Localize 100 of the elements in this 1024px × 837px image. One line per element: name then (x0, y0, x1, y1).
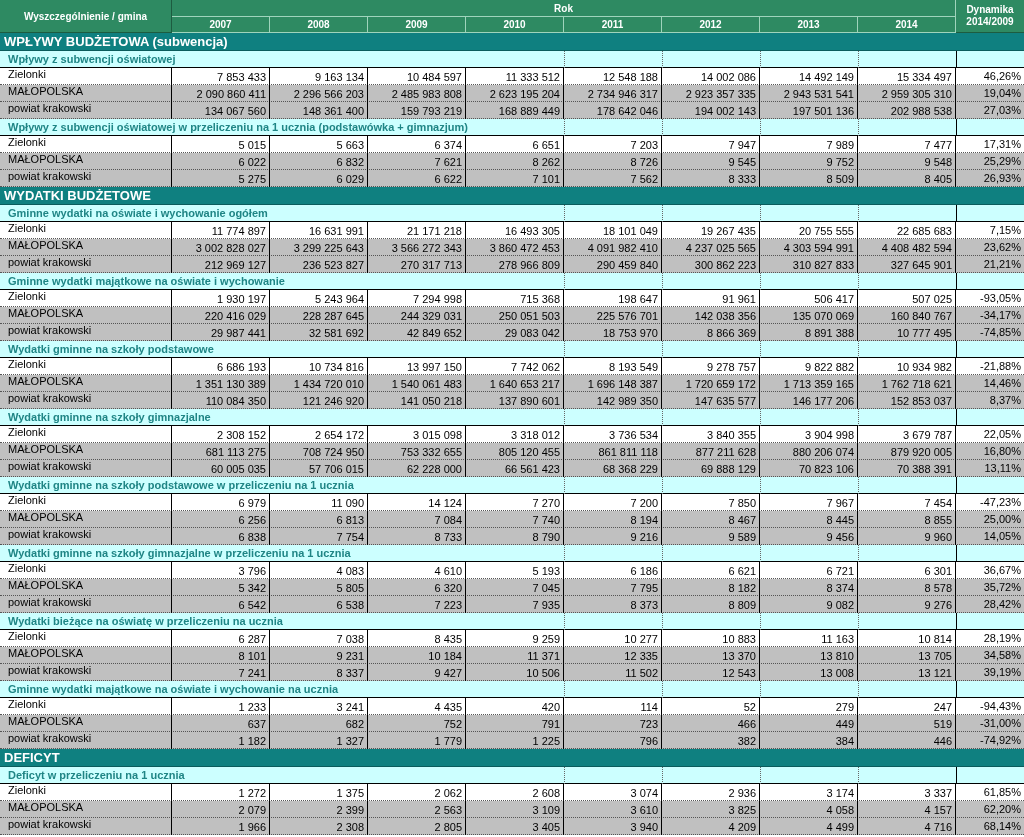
table-cell: 1 930 197 (172, 290, 270, 307)
table-cell: 384 (760, 732, 858, 749)
table-cell: 8 809 (662, 596, 760, 613)
table-cell: 8 578 (858, 579, 956, 596)
table-cell: 18 101 049 (564, 222, 662, 239)
table-cell: 13 370 (662, 647, 760, 664)
table-cell: 8 435 (368, 630, 466, 647)
table-cell: 9 427 (368, 664, 466, 681)
section-title: WPŁYWY BUDŻETOWA (subwencja) (4, 35, 228, 48)
table-cell: 723 (564, 715, 662, 732)
table-cell: 8 467 (662, 511, 760, 528)
table-cell: 2 308 152 (172, 426, 270, 443)
table-cell: 9 278 757 (662, 358, 760, 375)
table-cell-text: 36,67% (982, 563, 1022, 578)
table-cell-text: 25,00% (982, 512, 1022, 527)
table-cell: 3 074 (564, 784, 662, 801)
row-label: Zielonki (0, 562, 172, 579)
table-cell: 147 635 577 (662, 392, 760, 409)
table-cell: 10 184 (368, 647, 466, 664)
table-cell: 3 299 225 643 (270, 239, 368, 256)
table-cell: 4 716 (858, 818, 956, 835)
row-label: MAŁOPOLSKA (0, 579, 172, 596)
table-cell: 16 631 991 (270, 222, 368, 239)
row-label: powiat krakowski (0, 256, 172, 273)
table-cell-text: 46,26% (982, 69, 1022, 84)
table-cell: 10 814 (858, 630, 956, 647)
table-cell: 3 174 (760, 784, 858, 801)
table-cell: 6 287 (172, 630, 270, 647)
table-cell-text: 7,15% (988, 223, 1022, 238)
table-cell: 805 120 455 (466, 443, 564, 460)
table-cell: 8 891 388 (760, 324, 858, 341)
table-cell-text: -21,88% (979, 359, 1022, 374)
table-cell: 2 936 (662, 784, 760, 801)
table-cell: 19 267 435 (662, 222, 760, 239)
table-cell: 6 621 (662, 562, 760, 579)
table-cell: 70 388 391 (858, 460, 956, 477)
table-cell: 8 337 (270, 664, 368, 681)
table-cell: 152 853 037 (858, 392, 956, 409)
table-cell: 228 287 645 (270, 307, 368, 324)
table-cell: 13 705 (858, 647, 956, 664)
row-label: Zielonki (0, 68, 172, 85)
table-cell: 9 276 (858, 596, 956, 613)
table-cell: 3 241 (270, 698, 368, 715)
table-cell: 13 997 150 (368, 358, 466, 375)
table-cell: 202 988 538 (858, 102, 956, 119)
table-cell: 4 303 594 991 (760, 239, 858, 256)
table-cell: 4 209 (662, 818, 760, 835)
table-cell: 7 203 (564, 136, 662, 153)
table-cell: 3 318 012 (466, 426, 564, 443)
table-cell: 21 171 218 (368, 222, 466, 239)
table-cell: 3 610 (564, 801, 662, 818)
table-cell: 290 459 840 (564, 256, 662, 273)
table-cell: 8 193 549 (564, 358, 662, 375)
table-cell: 2 296 566 203 (270, 85, 368, 102)
table-cell: 9 752 (760, 153, 858, 170)
table-cell: 5 015 (172, 136, 270, 153)
table-cell: 160 840 767 (858, 307, 956, 324)
table-cell: 7 740 (466, 511, 564, 528)
row-label: MAŁOPOLSKA (0, 801, 172, 818)
row-label: powiat krakowski (0, 460, 172, 477)
row-label: MAŁOPOLSKA (0, 85, 172, 102)
table-cell: 1 779 (368, 732, 466, 749)
table-cell: 2 399 (270, 801, 368, 818)
table-cell-text: 34,58% (982, 648, 1022, 663)
table-cell: 2 079 (172, 801, 270, 818)
table-cell-text: 61,85% (982, 785, 1022, 800)
table-cell: 22 685 683 (858, 222, 956, 239)
table-cell: 8 855 (858, 511, 956, 528)
table-cell: 8 333 (662, 170, 760, 187)
table-cell-text: 25,29% (982, 154, 1022, 169)
table-cell: 220 416 029 (172, 307, 270, 324)
table-cell: 66 561 423 (466, 460, 564, 477)
table-cell: 2 805 (368, 818, 466, 835)
table-cell: 879 920 005 (858, 443, 956, 460)
table-cell-text: 28,19% (982, 631, 1022, 646)
table-cell: 2 090 860 411 (172, 85, 270, 102)
table-cell: 507 025 (858, 290, 956, 307)
table-cell-text: -31,00% (979, 716, 1022, 731)
row-label: powiat krakowski (0, 102, 172, 119)
row-label: powiat krakowski (0, 818, 172, 835)
table-cell: 1 233 (172, 698, 270, 715)
table-cell: 29 987 441 (172, 324, 270, 341)
group-title: Wpływy z subwencji oświatowej w przeliczeniu na 1 ucznia (podstawówka + gimnazjum) (7, 120, 469, 135)
table-cell: 4 408 482 594 (858, 239, 956, 256)
table-cell: 3 736 534 (564, 426, 662, 443)
group-title: Gminne wydatki na oświate i wychowanie ogółem (7, 206, 269, 221)
table-cell: 6 838 (172, 528, 270, 545)
table-cell: 7 935 (466, 596, 564, 613)
table-cell: 4 499 (760, 818, 858, 835)
table-cell: 791 (466, 715, 564, 732)
group-title: Gminne wydatki majątkowe na oświate i wychowanie (7, 274, 286, 289)
table-cell: 11 502 (564, 664, 662, 681)
table-cell: 2 923 357 335 (662, 85, 760, 102)
table-cell: 9 822 882 (760, 358, 858, 375)
table-cell: 327 645 901 (858, 256, 956, 273)
table-cell: 681 113 275 (172, 443, 270, 460)
table-cell: 16 493 305 (466, 222, 564, 239)
table-cell: 8 866 369 (662, 324, 760, 341)
table-cell: 2 654 172 (270, 426, 368, 443)
column-group-header: Rok (172, 0, 956, 17)
